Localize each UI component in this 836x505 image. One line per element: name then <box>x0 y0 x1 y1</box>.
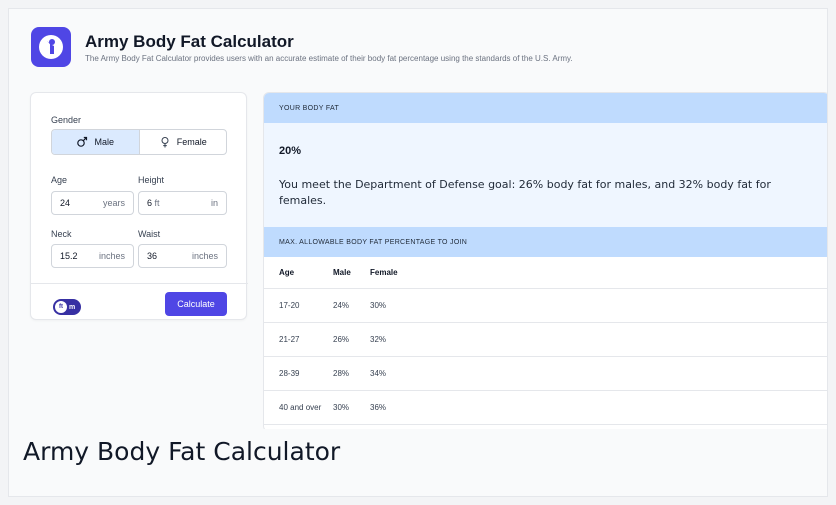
unit-toggle-m: m <box>69 303 76 311</box>
unit-toggle[interactable]: ft m <box>53 299 81 315</box>
age-input[interactable]: 24 years <box>51 191 134 215</box>
neck-label: Neck <box>51 229 72 239</box>
height-label: Height <box>138 175 165 185</box>
table-row: 40 and over 30% 36% <box>264 391 827 425</box>
gender-male-label: Male <box>94 137 114 147</box>
form-divider <box>31 283 248 284</box>
cell-female: 34% <box>370 369 387 378</box>
cell-male: 28% <box>333 369 350 378</box>
cell-female: 36% <box>370 403 387 412</box>
image-caption: Army Body Fat Calculator <box>23 437 341 466</box>
height-ft-unit: ft <box>154 198 160 208</box>
screenshot-frame: Army Body Fat Calculator The Army Body F… <box>8 8 828 497</box>
cell-female: 30% <box>370 301 387 310</box>
page-title: Army Body Fat Calculator <box>85 31 294 51</box>
table-row: 21-27 26% 32% <box>264 323 827 357</box>
cell-age: 21-27 <box>279 335 300 344</box>
gender-selector: Male Female <box>51 129 227 155</box>
gender-female-label: Female <box>176 137 207 147</box>
app-window: Army Body Fat Calculator The Army Body F… <box>9 9 827 429</box>
column-age: Age <box>279 268 295 277</box>
table-header-row: Age Male Female <box>264 257 827 289</box>
calculate-button[interactable]: Calculate <box>165 292 227 316</box>
neck-value: 15.2 <box>60 251 78 261</box>
body-fat-percent: 20% <box>279 145 302 157</box>
calculator-form-card: Gender Male Female Age Height 24 years 6… <box>30 92 248 320</box>
height-ft-value: 6 <box>147 198 153 208</box>
female-symbol-icon <box>161 137 169 148</box>
cell-male: 26% <box>333 335 350 344</box>
table-row: 17-20 24% 30% <box>264 289 827 323</box>
cell-age: 28-39 <box>279 369 300 378</box>
height-ft-group: 6 ft <box>147 198 160 208</box>
cell-male: 30% <box>333 403 350 412</box>
table-header-band: Max. Allowable Body Fat Percentage to Jo… <box>264 227 827 257</box>
soldier-salute-icon <box>31 27 71 67</box>
waist-input[interactable]: 36 inches <box>138 244 227 268</box>
cell-female: 32% <box>370 335 387 344</box>
table-row: 28-39 28% 34% <box>264 357 827 391</box>
gender-female-button[interactable]: Female <box>138 130 227 154</box>
column-male: Male <box>333 268 351 277</box>
age-unit: years <box>102 198 125 208</box>
allowable-body-fat-table: Age Male Female 17-20 24% 30% 21-27 26% … <box>264 257 827 425</box>
results-card: Your Body Fat 20% You meet the Departmen… <box>263 92 827 429</box>
male-symbol-icon <box>77 136 88 147</box>
waist-unit: inches <box>191 251 218 261</box>
gender-male-button[interactable]: Male <box>52 130 139 154</box>
cell-age: 17-20 <box>279 301 300 310</box>
height-in-unit: in <box>210 198 218 208</box>
cell-male: 24% <box>333 301 350 310</box>
result-header: Your Body Fat <box>264 93 827 123</box>
height-input[interactable]: 6 ft in <box>138 191 227 215</box>
result-message: You meet the Department of Defense goal:… <box>279 178 771 207</box>
age-value: 24 <box>60 198 71 208</box>
neck-unit: inches <box>98 251 125 261</box>
gender-label: Gender <box>51 115 82 125</box>
waist-value: 36 <box>147 251 158 261</box>
cell-age: 40 and over <box>279 403 322 412</box>
unit-toggle-ft: ft <box>55 301 67 313</box>
page-subtitle: The Army Body Fat Calculator provides us… <box>85 53 573 63</box>
waist-label: Waist <box>138 229 161 239</box>
page-header: Army Body Fat Calculator The Army Body F… <box>31 27 573 67</box>
result-panel: 20% You meet the Department of Defense g… <box>264 123 827 227</box>
column-female: Female <box>370 268 398 277</box>
age-label: Age <box>51 175 68 185</box>
neck-input[interactable]: 15.2 inches <box>51 244 134 268</box>
